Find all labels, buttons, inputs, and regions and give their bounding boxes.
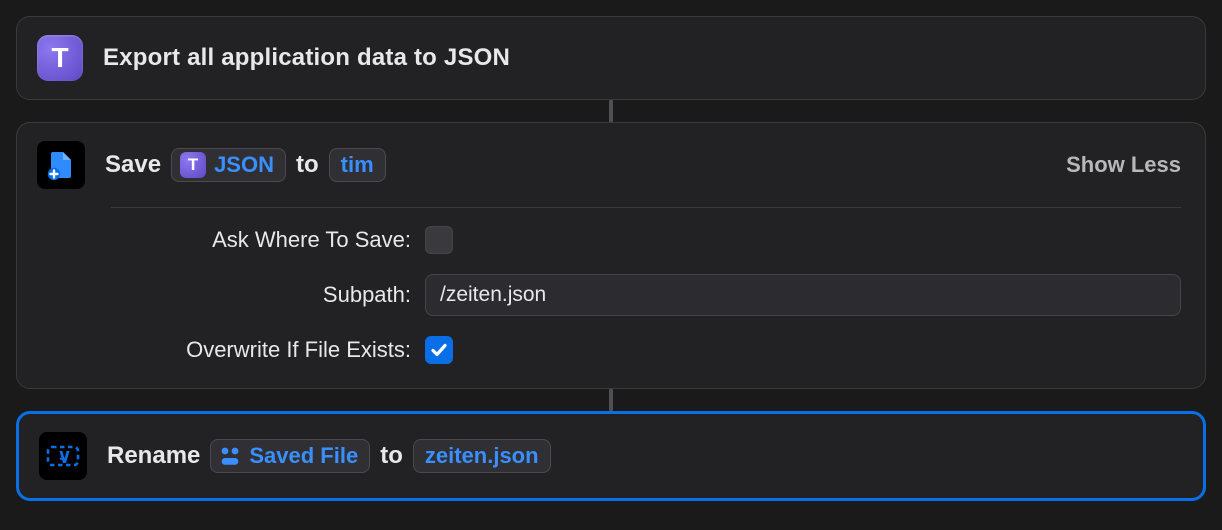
save-action-title: Save T JSON to tim	[105, 148, 386, 182]
flow-connector	[609, 389, 613, 411]
save-prefix: Save	[105, 151, 161, 179]
new-name-label: zeiten.json	[425, 443, 539, 469]
save-file-action-card[interactable]: Save T JSON to tim Show Less Ask Where T…	[16, 122, 1206, 389]
app-icon: T	[37, 35, 83, 81]
saved-file-variable-token[interactable]: Saved File	[210, 439, 370, 473]
subpath-label: Subpath:	[111, 282, 411, 308]
flow-connector	[609, 100, 613, 122]
save-file-icon	[37, 141, 85, 189]
app-icon-letter: T	[51, 42, 68, 74]
overwrite-checkbox[interactable]	[425, 336, 453, 364]
document-plus-icon	[45, 149, 77, 181]
export-action-title: Export all application data to JSON	[103, 44, 510, 72]
ask-where-label: Ask Where To Save:	[111, 227, 411, 253]
app-icon-mini: T	[180, 152, 206, 178]
variable-icon	[219, 445, 241, 467]
new-name-token[interactable]: zeiten.json	[413, 439, 551, 473]
ask-where-checkbox[interactable]	[425, 226, 453, 254]
json-variable-token[interactable]: T JSON	[171, 148, 286, 182]
saved-file-token-label: Saved File	[249, 443, 358, 469]
rename-action-title: Rename Saved File to zeiten.json	[107, 439, 551, 473]
save-options: Ask Where To Save: Subpath: Overwrite If…	[37, 226, 1181, 370]
rename-text-icon	[46, 442, 80, 470]
rename-joiner: to	[380, 442, 403, 470]
card-divider	[111, 207, 1181, 208]
overwrite-label: Overwrite If File Exists:	[111, 337, 411, 363]
destination-folder-label: tim	[341, 152, 374, 178]
destination-folder-token[interactable]: tim	[329, 148, 386, 182]
json-token-label: JSON	[214, 152, 274, 178]
rename-action-card[interactable]: Rename Saved File to zeiten.json	[16, 411, 1206, 501]
export-action-card[interactable]: T Export all application data to JSON	[16, 16, 1206, 100]
rename-icon	[39, 432, 87, 480]
checkmark-icon	[429, 340, 449, 360]
show-less-button[interactable]: Show Less	[1066, 152, 1181, 178]
save-joiner: to	[296, 151, 319, 179]
subpath-input[interactable]	[425, 274, 1181, 316]
rename-prefix: Rename	[107, 442, 200, 470]
